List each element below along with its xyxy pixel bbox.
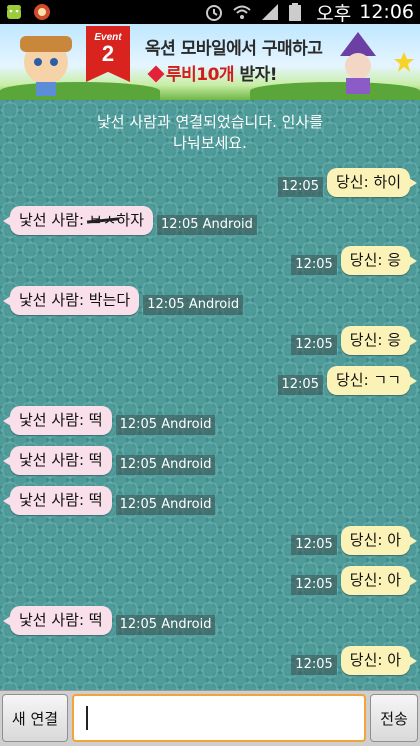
message-time: 12:05: [147, 297, 185, 312]
status-ampm: 오후: [316, 2, 352, 25]
send-button[interactable]: 전송: [370, 694, 418, 742]
my-message-bubble[interactable]: 당신: 응: [340, 246, 418, 275]
app-icon: [32, 2, 52, 22]
ruby-icon: [147, 65, 165, 83]
banner-witch-icon: [340, 32, 376, 94]
my-message-bubble[interactable]: 당신: 하이: [326, 168, 418, 197]
chat-row-me: 12:05 당신: 응: [291, 326, 418, 355]
input-bar: 새 연결 전송: [0, 690, 420, 746]
chat-row-me: 12:05 당신: 아: [291, 566, 418, 595]
message-time: 12:05: [277, 177, 323, 197]
status-time: 12:06: [359, 1, 414, 23]
message-time: 12:05: [291, 335, 337, 355]
message-time: 12:05: [277, 375, 323, 395]
message-platform: Android: [202, 217, 253, 232]
message-time: 12:05: [119, 617, 158, 632]
message-platform: Android: [188, 297, 240, 312]
message-meta: 12:05 Android: [143, 295, 244, 315]
message-platform: Android: [161, 457, 212, 472]
ad-banner[interactable]: Event 2 옥션 모바일에서 구매하고 루비10개 받자!: [0, 24, 420, 100]
message-time: 12:05: [291, 255, 337, 275]
chat-row-me: 12:05 당신: 응: [291, 246, 418, 275]
message-meta: 12:05 Android: [115, 455, 216, 475]
message-input[interactable]: [72, 694, 366, 742]
alarm-icon: [204, 2, 224, 22]
message-time: 12:05: [291, 655, 337, 675]
status-bar: 오후 12:06: [0, 0, 420, 25]
message-time: 12:05: [291, 575, 337, 595]
message-time: 12:05: [119, 417, 158, 432]
message-meta: 12:05 Android: [157, 215, 257, 235]
stranger-message-bubble[interactable]: 낯선 사람: 떡: [3, 446, 112, 475]
event-number: 2: [101, 41, 115, 66]
chat-row-stranger: 낯선 사람: 떡 12:05 Android: [3, 606, 216, 635]
chat-row-me: 12:05 당신: 하이: [277, 168, 418, 197]
star-icon: [394, 52, 414, 72]
chat-row-stranger: 낯선 사람: 박는다 12:05 Android: [2, 286, 244, 315]
stranger-message-bubble[interactable]: 낯선 사람: 떡: [3, 606, 112, 635]
message-platform: Android: [161, 617, 212, 632]
stranger-message-bubble[interactable]: 낯선 사람: 떡: [3, 406, 112, 435]
chat-row-stranger: 낯선 사람: 떡 12:05 Android: [3, 406, 216, 435]
android-icon: [4, 2, 24, 22]
banner-character-icon: [20, 36, 72, 96]
system-message-line: 나눠보세요.: [173, 134, 247, 152]
my-message-bubble[interactable]: 당신: 응: [340, 326, 418, 355]
system-message-line: 낯선 사람과 연결되었습니다. 인사를: [96, 113, 324, 131]
message-time: 12:05: [291, 535, 337, 555]
new-connection-button[interactable]: 새 연결: [2, 694, 68, 742]
message-meta: 12:05 Android: [115, 495, 216, 515]
my-message-bubble[interactable]: 당신: ㄱㄱ: [326, 366, 418, 395]
chat-row-me: 12:05 당신: 아: [291, 526, 418, 555]
message-time: 12:05: [119, 497, 158, 512]
message-platform: Android: [161, 497, 212, 512]
my-message-bubble[interactable]: 당신: 아: [340, 526, 418, 555]
system-message: 낯선 사람과 연결되었습니다. 인사를 나눠보세요.: [0, 112, 420, 154]
chat-row-me: 12:05 당신: 아: [291, 646, 418, 675]
my-message-bubble[interactable]: 당신: 아: [340, 566, 418, 595]
banner-ruby-text: 루비10개: [166, 65, 235, 85]
stranger-message-bubble[interactable]: 낯선 사람: 박는다: [2, 286, 140, 315]
chat-row-me: 12:05 당신: ㄱㄱ: [277, 366, 418, 395]
message-meta: 12:05 Android: [115, 615, 216, 635]
stranger-message-bubble[interactable]: 낯선 사람: 떡: [3, 486, 112, 515]
banner-subline: 루비10개 받자!: [147, 60, 278, 85]
chat-area[interactable]: 낯선 사람과 연결되었습니다. 인사를 나눠보세요. 12:05 당신: 하이 …: [0, 100, 420, 690]
stranger-prefix: 낯선 사람:: [19, 211, 89, 229]
event-ribbon: Event 2: [86, 26, 130, 82]
wifi-icon: [232, 2, 252, 22]
signal-icon: [260, 2, 280, 22]
battery-icon: [288, 2, 308, 22]
message-meta: 12:05 Android: [115, 415, 216, 435]
message-platform: Android: [161, 417, 212, 432]
text-caret: [86, 706, 88, 730]
stranger-text-after: 하자: [116, 211, 145, 229]
chat-row-stranger: 낯선 사람: 떡 12:05 Android: [3, 486, 216, 515]
banner-headline: 옥션 모바일에서 구매하고: [145, 39, 323, 59]
chat-row-stranger: 낯선 사람: ㅂㅅ하자 12:05 Android: [2, 206, 257, 235]
scribbled-out-text: ㅂㅅ: [88, 211, 117, 229]
stranger-message-bubble[interactable]: 낯선 사람: ㅂㅅ하자: [2, 206, 154, 235]
message-time: 12:05: [161, 217, 199, 232]
chat-row-stranger: 낯선 사람: 떡 12:05 Android: [3, 446, 216, 475]
banner-subline-rest: 받자!: [234, 65, 278, 85]
message-time: 12:05: [119, 457, 158, 472]
my-message-bubble[interactable]: 당신: 아: [340, 646, 418, 675]
